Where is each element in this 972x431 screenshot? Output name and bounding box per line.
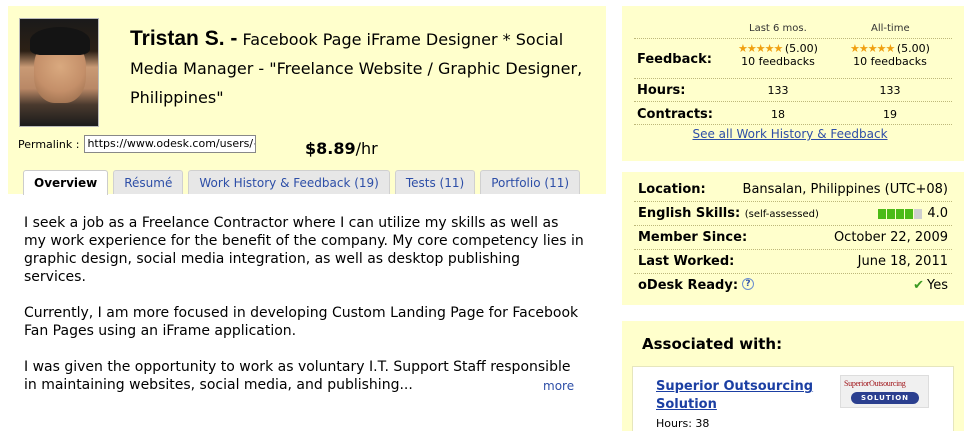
tab-portfolio[interactable]: Portfolio (11) [480,170,581,194]
rate-unit: /hr [355,139,378,158]
contracts-label: Contracts: [637,107,713,122]
skill-segment [878,208,887,219]
english-skills-text: English Skills: [638,206,741,221]
divider [634,273,952,274]
member-since-value: October 22, 2009 [833,230,948,245]
overview-text: I seek a job as a Freelance Contractor w… [24,214,584,412]
profile-avatar [19,18,99,127]
last-worked-value: June 18, 2011 [857,254,948,269]
star-rating-icon: ★★★★★ [850,42,897,55]
skill-level-bar [878,208,923,219]
alltime-feedback: ★★★★★ (5.00) 10 feedbacks [840,42,940,68]
odesk-ready-value: ✔ Yes [913,278,948,293]
location-label: Location: [638,182,706,197]
profile-header: Tristan S. - Facebook Page iFrame Design… [8,6,606,195]
divider [634,249,952,250]
col-recent-header: Last 6 mos. [749,23,807,34]
divider [634,124,952,125]
english-skills-value: 4.0 [878,206,948,221]
company-logo[interactable]: SuperiorOutsourcing SOLUTION [840,375,929,408]
recent-feedback: ★★★★★ (5.00) 10 feedbacks [728,42,828,68]
feedback-panel: Last 6 mos. All-time Feedback: ★★★★★ (5.… [622,6,964,161]
self-assessed-note: (self-assessed) [744,209,819,220]
more-link[interactable]: more [543,379,574,393]
recent-count: 10 feedbacks [741,55,815,68]
overview-paragraph: I was given the opportunity to work as v… [24,359,571,393]
rate-amount: $8.89 [305,139,356,158]
associated-panel: Associated with: Superior Outsourcing So… [622,321,964,431]
alltime-score: (5.00) [896,42,930,55]
divider [634,225,952,226]
recent-score: (5.00) [784,42,818,55]
see-all-feedback-link[interactable]: See all Work History & Feedback [622,127,958,141]
logo-text: SuperiorOutsourcing [844,379,906,388]
company-card: Superior Outsourcing Solution Hours: 38 … [632,366,954,431]
hours-label: Hours: [637,83,686,98]
contracts-recent: 18 [771,108,785,121]
skill-segment [914,208,923,219]
hourly-rate: $8.89/hr [305,139,378,158]
help-icon[interactable]: ? [742,278,755,290]
divider [634,38,952,39]
divider [634,201,952,202]
company-hours: Hours: 38 [656,417,710,430]
skill-segment [887,208,896,219]
company-name-link[interactable]: Superior Outsourcing Solution [656,378,826,414]
feedback-label: Feedback: [637,52,712,67]
skill-segment [896,208,905,219]
hours-alltime: 133 [879,84,901,97]
hours-recent: 133 [767,84,789,97]
odesk-ready-text-value: Yes [927,278,948,293]
odesk-ready-text: oDesk Ready: [638,278,739,293]
star-rating-icon: ★★★★★ [738,42,785,55]
permalink-field[interactable]: https://www.odesk.com/users/~ [84,135,257,153]
english-skills-label: English Skills: (self-assessed) [638,206,819,221]
tab-work-history[interactable]: Work History & Feedback (19) [188,170,390,194]
profile-tabs: Overview Résumé Work History & Feedback … [23,170,585,195]
logo-subtext: SOLUTION [851,392,919,404]
profile-title: Tristan S. - Facebook Page iFrame Design… [130,24,590,112]
checkmark-icon: ✔ [913,278,924,293]
tab-resume[interactable]: Résumé [113,170,184,194]
english-score: 4.0 [927,206,948,221]
contracts-alltime: 19 [883,108,897,121]
permalink-label: Permalink : [18,137,80,151]
profile-name: Tristan S. - [130,27,238,50]
col-alltime-header: All-time [871,23,910,34]
location-value: Bansalan, Philippines (UTC+08) [742,182,948,197]
skill-segment [905,208,914,219]
associated-title: Associated with: [642,335,783,353]
tab-tests[interactable]: Tests (11) [394,170,476,194]
odesk-ready-label: oDesk Ready:? [638,278,755,293]
last-worked-label: Last Worked: [638,254,735,269]
alltime-count: 10 feedbacks [853,55,927,68]
permalink-row: Permalink : https://www.odesk.com/users/… [18,135,257,153]
overview-paragraph: Currently, I am more focused in developi… [24,305,579,339]
divider [634,101,952,102]
tab-overview[interactable]: Overview [23,170,109,195]
details-panel: Location: Bansalan, Philippines (UTC+08)… [622,172,964,305]
member-since-label: Member Since: [638,230,748,245]
divider [634,78,952,79]
overview-paragraph: I seek a job as a Freelance Contractor w… [24,215,584,285]
